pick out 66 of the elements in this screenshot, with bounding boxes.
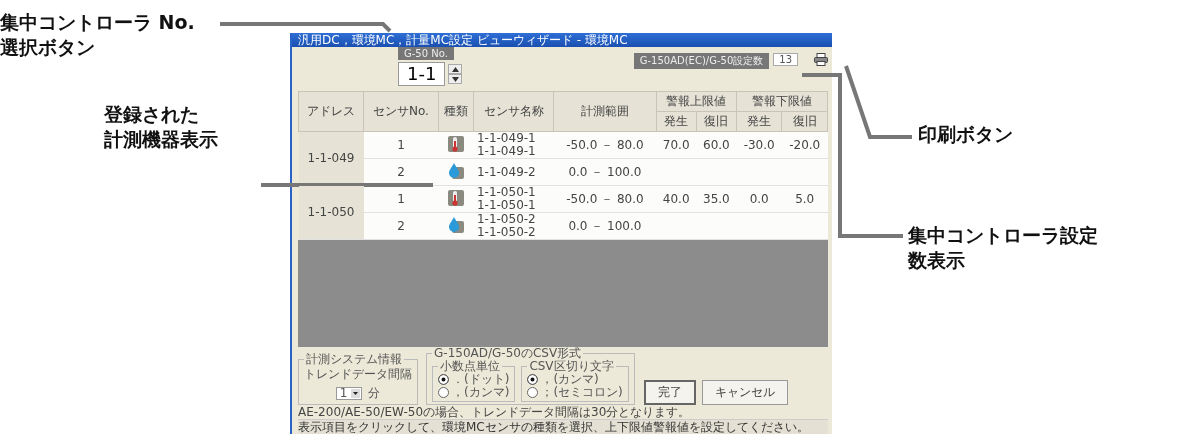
interval-dropdown[interactable]: 1 <box>335 387 363 400</box>
table-cell: 2 <box>363 212 439 240</box>
window-title: 汎用DC，環境MC，計量MC設定 ビューウィザード - 環境MC <box>292 33 832 47</box>
table-cell: 1-1-049-1 1-1-049-1 <box>473 131 554 159</box>
table-cell: -20.0 <box>789 137 821 152</box>
radio-button[interactable] <box>438 374 449 385</box>
radio-label[interactable]: ，(カンマ) <box>541 373 599 386</box>
table-cell: -30.0 <box>743 137 775 152</box>
controller-label: G-50 No. <box>398 47 454 60</box>
callout-label: 印刷ボタン <box>918 122 1013 147</box>
group-legend: 計測システム情報 <box>304 353 404 366</box>
thermometer-icon <box>447 134 466 153</box>
table-cell: 1-1-049-2 <box>473 158 554 186</box>
radio-button[interactable] <box>438 387 449 398</box>
radio-label[interactable]: ．(ドット) <box>452 373 510 386</box>
table-cell: 1-1-050-2 1-1-050-2 <box>473 212 554 240</box>
group-legend: 小数点単位 <box>438 360 502 373</box>
column-header: センサNo. <box>363 91 439 132</box>
group-legend: CSV区切り文字 <box>527 360 616 373</box>
table-cell: 1-1-049 <box>307 151 355 165</box>
setting-count-label: G-150AD(EC)/G-50設定数 <box>633 53 770 69</box>
column-header: 計測範囲 <box>553 91 657 132</box>
dialog-button[interactable]: キャンセル <box>702 380 788 405</box>
table-cell: 0.0 － 100.0 <box>553 158 657 186</box>
radio-label[interactable]: ，(カンマ) <box>452 386 510 399</box>
column-header: センサ名称 <box>473 91 554 132</box>
table-cell: 40.0 <box>662 191 690 206</box>
table-cell: 70.0 <box>662 137 690 152</box>
table-cell: -50.0 － 80.0 <box>553 131 657 159</box>
callout-label: 集中コントローラ設定 数表示 <box>908 223 1098 273</box>
radio-button[interactable] <box>527 374 539 385</box>
water-drop-icon <box>447 215 466 234</box>
thermometer-icon <box>447 188 466 207</box>
down-arrow-icon <box>451 76 459 82</box>
field-label: トレンドデータ間隔 <box>304 366 412 383</box>
setting-count-value: 13 <box>773 53 798 66</box>
table-cell: 35.0 <box>703 191 730 206</box>
table-cell: 60.0 <box>703 137 730 152</box>
radio-label[interactable]: ；(セミコロン) <box>541 386 623 399</box>
column-header: 警報上限値 <box>656 91 737 112</box>
column-header: アドレス <box>298 91 364 132</box>
radio-button[interactable] <box>527 387 539 398</box>
dropdown-arrow-icon <box>351 389 361 398</box>
callout-label: 集中コントローラ No. 選択ボタン <box>0 10 195 60</box>
table-cell: 1 <box>363 185 439 213</box>
status-bar: 表示項目をクリックして、環境MCセンサの種類を選択、上下限値警報値を設定してください。 <box>298 419 828 434</box>
table-cell: -50.0 － 80.0 <box>553 185 657 213</box>
table-cell: 0.0 <box>749 191 769 206</box>
water-drop-icon <box>447 161 466 180</box>
column-header: 警報下限値 <box>736 91 828 112</box>
table-cell: 1 <box>363 131 439 159</box>
printer-icon <box>814 53 828 66</box>
table-cell: 5.0 <box>795 191 815 206</box>
dialog-button[interactable]: 完了 <box>644 380 696 405</box>
note-text: AE-200/AE-50/EW-50の場合、トレンドデータ間隔は30分となります。 <box>298 405 692 419</box>
callout-label: 登録された 計測機器表示 <box>104 102 218 152</box>
controller-number-field[interactable]: 1-1 <box>398 62 446 86</box>
table-cell: 1-1-050 <box>307 205 355 219</box>
group-legend: G-150AD/G-50のCSV形式 <box>432 347 584 360</box>
spin-down-button[interactable] <box>448 74 463 84</box>
table-cell: 0.0 － 100.0 <box>553 212 657 240</box>
column-header: 種類 <box>438 91 474 132</box>
spin-up-button[interactable] <box>448 64 463 74</box>
up-arrow-icon <box>451 66 459 72</box>
unit-label: 分 <box>368 385 381 402</box>
table-cell: 1-1-050-1 1-1-050-1 <box>473 185 554 213</box>
